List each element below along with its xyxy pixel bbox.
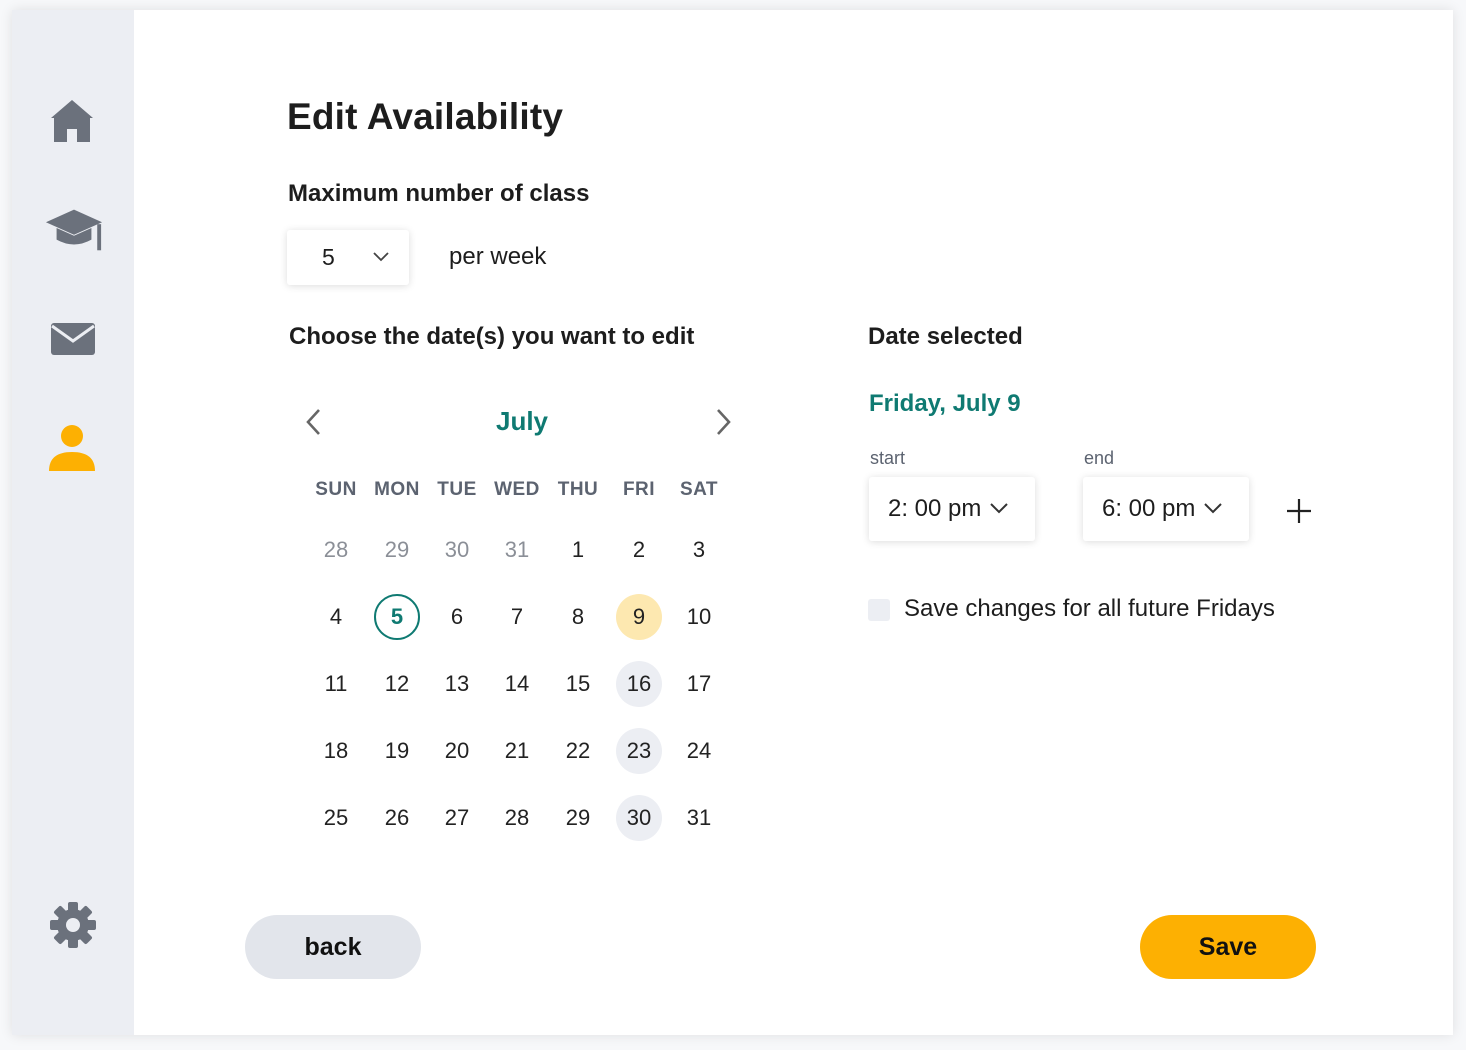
chevron-left-icon	[306, 409, 320, 435]
page-title: Edit Availability	[287, 96, 564, 137]
gear-icon	[50, 902, 96, 948]
chevron-down-icon	[990, 503, 1008, 514]
calendar-day[interactable]: 14	[494, 661, 540, 707]
start-time-value: 2: 00 pm	[888, 495, 982, 522]
calendar-day[interactable]: 19	[374, 728, 420, 774]
chevron-down-icon	[1204, 503, 1222, 514]
calendar-day[interactable]: 4	[313, 594, 359, 640]
chevron-down-icon	[373, 252, 389, 262]
calendar-day[interactable]: 24	[676, 728, 722, 774]
graduation-cap-icon	[45, 209, 103, 251]
calendar-day[interactable]: 10	[676, 594, 722, 640]
calendar-day[interactable]: 12	[374, 661, 420, 707]
calendar-day[interactable]: 29	[555, 795, 601, 841]
calendar-day[interactable]: 16	[616, 661, 662, 707]
max-classes-value: 5	[322, 244, 335, 270]
calendar-day[interactable]: 23	[616, 728, 662, 774]
calendar-day[interactable]: 28	[494, 795, 540, 841]
calendar-day[interactable]: 3	[676, 527, 722, 573]
chevron-right-icon	[717, 409, 731, 435]
sidebar-item-home[interactable]	[47, 96, 97, 146]
sidebar-item-settings[interactable]	[48, 900, 98, 950]
calendar-day[interactable]: 1	[555, 527, 601, 573]
calendar-day[interactable]: 11	[313, 661, 359, 707]
back-button[interactable]: back	[245, 915, 421, 979]
date-selected-label: Date selected	[868, 323, 1023, 350]
previous-month-button[interactable]	[300, 406, 328, 438]
calendar-day[interactable]: 22	[555, 728, 601, 774]
sidebar-item-classes[interactable]	[44, 204, 104, 254]
weekday-header: THU	[557, 479, 599, 500]
calendar-day[interactable]: 26	[374, 795, 420, 841]
max-classes-select[interactable]: 5	[287, 230, 409, 285]
plus-icon	[1287, 499, 1311, 523]
selected-date: Friday, July 9	[869, 390, 1021, 417]
sidebar	[12, 10, 134, 1035]
end-time-label: end	[1084, 448, 1115, 468]
calendar-day-today[interactable]: 5	[374, 594, 420, 640]
calendar-day[interactable]: 8	[555, 594, 601, 640]
calendar-day[interactable]: 15	[555, 661, 601, 707]
calendar-day[interactable]: 2	[616, 527, 662, 573]
end-time-value: 6: 00 pm	[1102, 495, 1196, 522]
user-icon	[49, 425, 95, 471]
weekday-header: FRI	[622, 479, 656, 500]
weekday-header: WED	[494, 479, 540, 500]
calendar-day[interactable]: 25	[313, 795, 359, 841]
save-button[interactable]: Save	[1140, 915, 1316, 979]
calendar-day-outside-month[interactable]: 31	[494, 527, 540, 573]
start-time-label: start	[870, 448, 906, 468]
weekday-header: MON	[374, 479, 420, 500]
sidebar-item-messages[interactable]	[48, 314, 98, 364]
calendar-day[interactable]: 7	[494, 594, 540, 640]
calendar-day[interactable]: 30	[616, 795, 662, 841]
sidebar-item-profile[interactable]	[47, 423, 97, 473]
start-time-select[interactable]: 2: 00 pm	[869, 477, 1035, 541]
repeat-fridays-label: Save changes for all future Fridays	[904, 595, 1275, 622]
calendar-day-outside-month[interactable]: 29	[374, 527, 420, 573]
repeat-fridays-checkbox[interactable]	[868, 599, 890, 621]
calendar-day[interactable]: 31	[676, 795, 722, 841]
weekday-header: TUE	[437, 479, 477, 500]
calendar-day-outside-month[interactable]: 30	[434, 527, 480, 573]
weekday-header: SUN	[315, 479, 357, 500]
weekday-header: SAT	[679, 479, 719, 500]
calendar-day[interactable]: 13	[434, 661, 480, 707]
calendar-day[interactable]: 18	[313, 728, 359, 774]
calendar-day[interactable]: 6	[434, 594, 480, 640]
home-icon	[51, 100, 93, 142]
per-week-label: per week	[449, 243, 547, 270]
calendar-day[interactable]: 20	[434, 728, 480, 774]
calendar-day[interactable]: 27	[434, 795, 480, 841]
calendar-day[interactable]: 17	[676, 661, 722, 707]
calendar-day-outside-month[interactable]: 28	[313, 527, 359, 573]
calendar-day-selected[interactable]: 9	[616, 594, 662, 640]
max-classes-label: Maximum number of class	[288, 180, 590, 207]
end-time-select[interactable]: 6: 00 pm	[1083, 477, 1249, 541]
add-time-slot-button[interactable]	[1284, 496, 1314, 526]
mail-icon	[51, 323, 95, 355]
next-month-button[interactable]	[709, 406, 737, 438]
choose-dates-label: Choose the date(s) you want to edit	[289, 323, 695, 350]
calendar-month: July	[495, 406, 549, 436]
calendar-day[interactable]: 21	[494, 728, 540, 774]
